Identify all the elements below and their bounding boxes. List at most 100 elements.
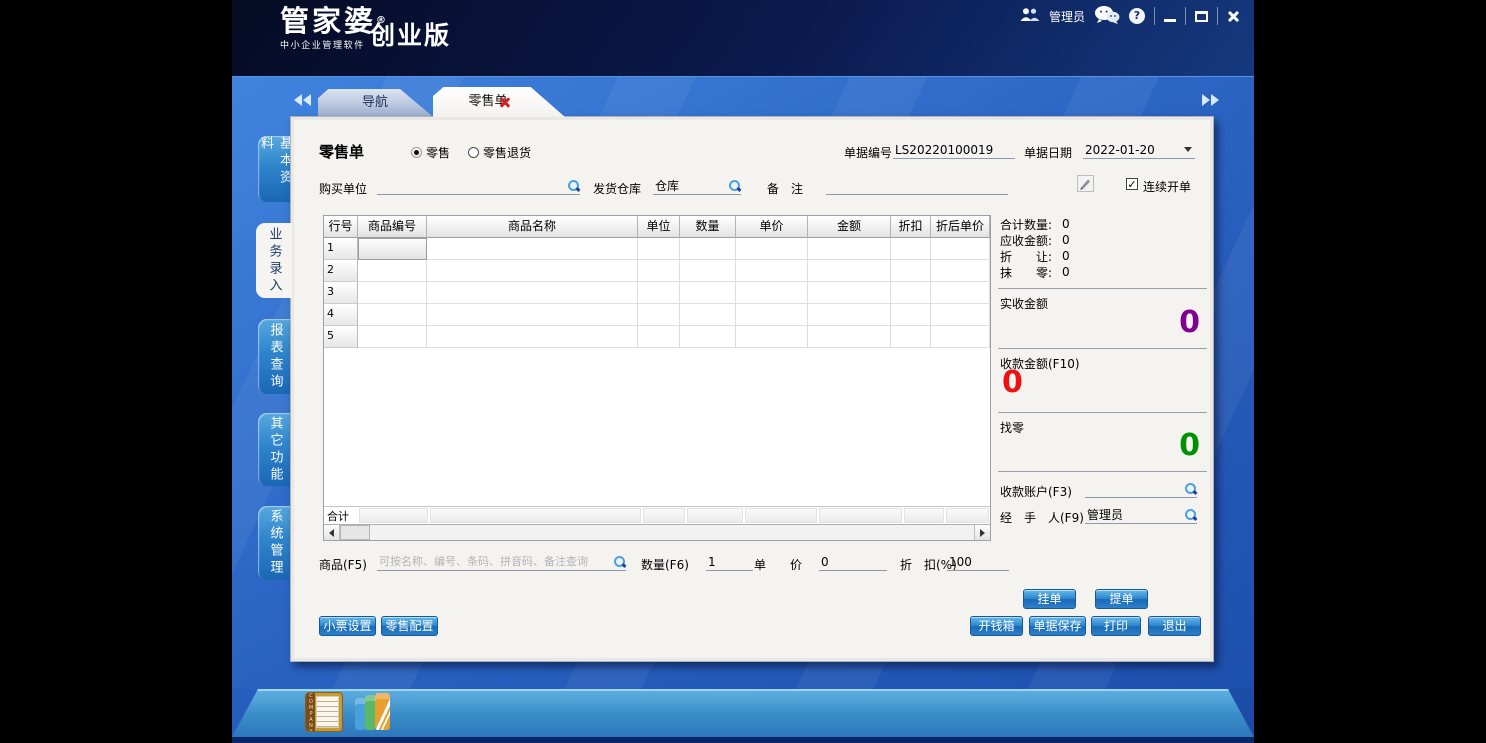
grid-cell[interactable] xyxy=(891,238,931,260)
grid-cell[interactable] xyxy=(808,282,891,304)
grid-cell[interactable] xyxy=(427,304,638,326)
grid-cell[interactable] xyxy=(891,282,931,304)
sidebar-item-business-entry[interactable]: 业务录入 xyxy=(256,223,292,298)
maximize-button[interactable] xyxy=(1195,11,1208,22)
discount-input[interactable] xyxy=(947,555,1009,569)
grid-cell-selected[interactable] xyxy=(358,238,427,260)
grid-cell[interactable] xyxy=(358,260,427,282)
row-number-cell[interactable]: 2 xyxy=(324,260,358,282)
row-number-cell[interactable]: 3 xyxy=(324,282,358,304)
scroll-left-icon[interactable] xyxy=(324,525,340,540)
grid-cell[interactable] xyxy=(808,304,891,326)
grid-cell[interactable] xyxy=(736,260,808,282)
grid-cell[interactable] xyxy=(931,238,990,260)
hold-order-button[interactable]: 挂单 xyxy=(1023,589,1076,609)
payment-account-input[interactable] xyxy=(1085,482,1184,496)
tab-close-icon[interactable] xyxy=(499,96,511,108)
radio-retail-return-label[interactable]: 零售退货 xyxy=(483,144,531,161)
search-icon[interactable] xyxy=(1184,508,1197,521)
edit-icon[interactable] xyxy=(1077,175,1094,195)
grid-cell[interactable] xyxy=(931,260,990,282)
buyer-input[interactable] xyxy=(377,179,567,193)
exit-button[interactable]: 退出 xyxy=(1148,616,1201,636)
grid-cell[interactable] xyxy=(427,238,638,260)
doc-no-input[interactable] xyxy=(893,143,1015,157)
sidebar-item-system-management[interactable]: 系统管理 xyxy=(258,506,292,580)
sidebar-item-basic-data[interactable]: 基本资料 xyxy=(258,136,292,202)
grid-cell[interactable] xyxy=(427,260,638,282)
grid-cell[interactable] xyxy=(891,260,931,282)
col-header-line-no: 行号 xyxy=(324,216,358,238)
handler-input[interactable] xyxy=(1085,508,1184,522)
radio-retail-return[interactable] xyxy=(468,147,479,158)
remark-input[interactable] xyxy=(826,179,1008,193)
tabs-scroll-right-icon[interactable] xyxy=(1201,94,1219,106)
search-icon[interactable] xyxy=(1184,482,1197,495)
scrollbar-thumb[interactable] xyxy=(340,525,370,540)
col-header-price: 单价 xyxy=(736,216,808,238)
grid-cell[interactable] xyxy=(808,326,891,348)
warehouse-input[interactable] xyxy=(653,179,728,193)
qty-input[interactable] xyxy=(706,555,753,569)
grid-cell[interactable] xyxy=(680,326,736,348)
close-button[interactable] xyxy=(1227,10,1240,23)
grid-cell[interactable] xyxy=(680,238,736,260)
row-number-cell[interactable]: 1 xyxy=(324,238,358,260)
horizontal-scrollbar[interactable] xyxy=(324,524,990,540)
grid-cell[interactable] xyxy=(808,238,891,260)
product-search-input[interactable] xyxy=(377,555,613,568)
grid-cell[interactable] xyxy=(736,238,808,260)
grid-cell[interactable] xyxy=(808,260,891,282)
continuous-label[interactable]: 连续开单 xyxy=(1143,178,1191,195)
ticket-settings-button[interactable]: 小票设置 xyxy=(319,616,376,636)
grid-cell[interactable] xyxy=(638,282,680,304)
save-order-button[interactable]: 单据保存 xyxy=(1029,616,1086,636)
tabs-scroll-left-icon[interactable] xyxy=(294,94,312,106)
grid-cell[interactable] xyxy=(680,304,736,326)
cash-drawer-button[interactable]: 开钱箱 xyxy=(970,616,1023,636)
grid-cell[interactable] xyxy=(638,304,680,326)
tab-navigation[interactable]: 导航 xyxy=(318,89,432,116)
unit-price-input[interactable] xyxy=(819,555,887,569)
grid-cell[interactable] xyxy=(427,282,638,304)
row-number-cell[interactable]: 4 xyxy=(324,304,358,326)
sidebar-item-report-query[interactable]: 报表查询 xyxy=(258,319,292,394)
grid-cell[interactable] xyxy=(680,260,736,282)
doc-date-input[interactable] xyxy=(1083,143,1181,157)
grid-cell[interactable] xyxy=(358,282,427,304)
grid-cell[interactable] xyxy=(638,238,680,260)
grid-cell[interactable] xyxy=(358,304,427,326)
grid-cell[interactable] xyxy=(638,260,680,282)
search-icon[interactable] xyxy=(613,555,626,568)
grid-cell[interactable] xyxy=(358,326,427,348)
tab-retail-order[interactable]: 零售单 xyxy=(433,87,565,117)
continuous-checkbox[interactable]: ✓ xyxy=(1126,178,1138,190)
grid-cell[interactable] xyxy=(891,326,931,348)
grid-cell[interactable] xyxy=(680,282,736,304)
grid-cell[interactable] xyxy=(931,304,990,326)
pick-order-button[interactable]: 提单 xyxy=(1095,589,1148,609)
sidebar-item-other-functions[interactable]: 其它功能 xyxy=(258,413,292,486)
company-notepad-icon[interactable]: COMPANY xyxy=(305,692,343,732)
grid-cell[interactable] xyxy=(891,304,931,326)
radio-retail-label[interactable]: 零售 xyxy=(426,144,450,161)
grid-cell[interactable] xyxy=(638,326,680,348)
scroll-right-icon[interactable] xyxy=(974,525,990,540)
row-number-cell[interactable]: 5 xyxy=(324,326,358,348)
retail-config-button[interactable]: 零售配置 xyxy=(381,616,438,636)
chevron-down-icon[interactable] xyxy=(1184,147,1192,152)
radio-retail[interactable] xyxy=(411,147,422,158)
search-icon[interactable] xyxy=(567,179,580,192)
grid-cell[interactable] xyxy=(736,304,808,326)
help-icon[interactable]: ? xyxy=(1129,8,1145,24)
minimize-button[interactable] xyxy=(1164,19,1176,22)
grid-cell[interactable] xyxy=(736,326,808,348)
grid-cell[interactable] xyxy=(736,282,808,304)
contact-cards-icon[interactable] xyxy=(354,692,392,732)
print-button[interactable]: 打印 xyxy=(1091,616,1141,636)
grid-cell[interactable] xyxy=(427,326,638,348)
search-icon[interactable] xyxy=(728,179,741,192)
grid-cell[interactable] xyxy=(931,282,990,304)
grid-cell[interactable] xyxy=(931,326,990,348)
wechat-icon[interactable] xyxy=(1094,5,1120,27)
